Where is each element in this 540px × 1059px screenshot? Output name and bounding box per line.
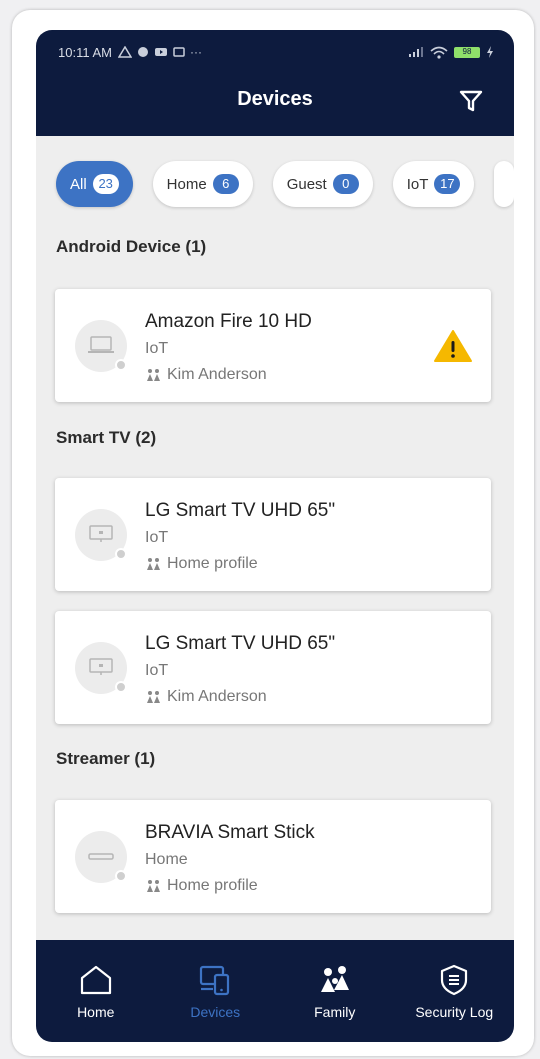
device-avatar [75, 642, 127, 694]
owner-name: Kim Anderson [167, 366, 267, 383]
battery-icon: 98 [454, 46, 480, 58]
device-owner: Kim Anderson [145, 366, 267, 384]
chip-label: All [70, 175, 87, 193]
nav-label: Security Log [415, 1004, 494, 1020]
tv-icon [89, 658, 113, 675]
device-type: IoT [145, 529, 169, 546]
device-avatar [75, 509, 127, 561]
home-icon [80, 965, 111, 995]
device-card[interactable]: LG Smart TV UHD 65" IoT Kim Anderson [55, 611, 491, 724]
devices-icon [200, 965, 230, 996]
chip-count: 23 [92, 174, 119, 194]
device-card[interactable]: LG Smart TV UHD 65" IoT Home profile [55, 478, 491, 591]
app-screen: 10:11 AM ··· 98 Devices All 23 Home 6 Gu… [36, 30, 514, 1042]
device-card[interactable]: Amazon Fire 10 HD IoT Kim Anderson [55, 289, 491, 402]
section-title-android: Android Device (1) [56, 237, 207, 256]
chip-home[interactable]: Home 6 [152, 161, 253, 207]
nav-label: Family [314, 1004, 356, 1020]
message-icon [173, 47, 185, 57]
device-type: IoT [145, 340, 169, 357]
device-avatar [75, 831, 127, 883]
section-title-streamer: Streamer (1) [56, 749, 156, 768]
owner-name: Kim Anderson [167, 688, 267, 705]
app-notification-icon [137, 47, 148, 57]
bottom-navigation: Home Devices Family Security Log [36, 940, 514, 1042]
device-name: Amazon Fire 10 HD [145, 311, 312, 332]
filter-button[interactable] [458, 88, 484, 114]
filter-icon [459, 90, 483, 112]
status-time: 10:11 AM [58, 44, 112, 60]
chip-all[interactable]: All 23 [56, 161, 133, 207]
status-bar: 10:11 AM ··· 98 [58, 42, 494, 62]
chip-iot[interactable]: IoT 17 [392, 161, 475, 207]
chip-label: Home [166, 175, 207, 193]
family-icon [147, 369, 160, 381]
device-name: BRAVIA Smart Stick [145, 822, 315, 843]
chip-count: 0 [332, 174, 359, 194]
chip-label: Guest [286, 175, 327, 193]
nav-label: Devices [190, 1004, 241, 1020]
device-name: LG Smart TV UHD 65" [145, 500, 336, 521]
device-owner: Home profile [145, 877, 258, 895]
video-icon [154, 48, 167, 56]
owner-name: Home profile [167, 555, 258, 572]
app-header: 10:11 AM ··· 98 Devices [36, 30, 514, 136]
status-dot [115, 548, 127, 560]
warning-icon[interactable] [433, 329, 473, 363]
section-title-smart-tv: Smart TV (2) [56, 428, 157, 447]
owner-name: Home profile [167, 877, 258, 894]
signal-icon [409, 47, 423, 57]
notification-icon [117, 46, 132, 58]
device-owner: Home profile [145, 555, 258, 573]
tv-icon [89, 525, 113, 542]
device-card[interactable]: BRAVIA Smart Stick Home Home profile [55, 800, 491, 913]
filter-chips: All 23 Home 6 Guest 0 IoT 17 [56, 161, 514, 207]
chip-label: IoT [406, 175, 429, 193]
family-icon [147, 880, 160, 892]
chip-count: 17 [434, 174, 461, 194]
family-icon [147, 558, 160, 570]
nav-home[interactable]: Home [36, 940, 156, 1042]
streamer-icon [88, 853, 114, 860]
wifi-icon [430, 46, 448, 59]
family-icon [147, 691, 160, 703]
chip-guest[interactable]: Guest 0 [272, 161, 373, 207]
more-notifications-icon: ··· [189, 45, 202, 59]
chip-count: 6 [212, 174, 239, 194]
device-type: Home [145, 851, 188, 868]
laptop-icon [88, 336, 114, 353]
device-name: LG Smart TV UHD 65" [145, 633, 336, 654]
page-title: Devices [237, 88, 313, 110]
nav-devices[interactable]: Devices [156, 940, 276, 1042]
chip-more[interactable] [494, 161, 514, 207]
status-dot [115, 359, 127, 371]
shield-icon [441, 964, 468, 996]
nav-family[interactable]: Family [275, 940, 395, 1042]
nav-label: Home [77, 1004, 115, 1020]
family-icon [320, 966, 349, 992]
device-owner: Kim Anderson [145, 688, 267, 706]
device-avatar [75, 320, 127, 372]
status-dot [115, 870, 127, 882]
nav-security-log[interactable]: Security Log [395, 940, 515, 1042]
charging-icon [487, 46, 493, 58]
status-dot [115, 681, 127, 693]
device-type: IoT [145, 662, 169, 679]
